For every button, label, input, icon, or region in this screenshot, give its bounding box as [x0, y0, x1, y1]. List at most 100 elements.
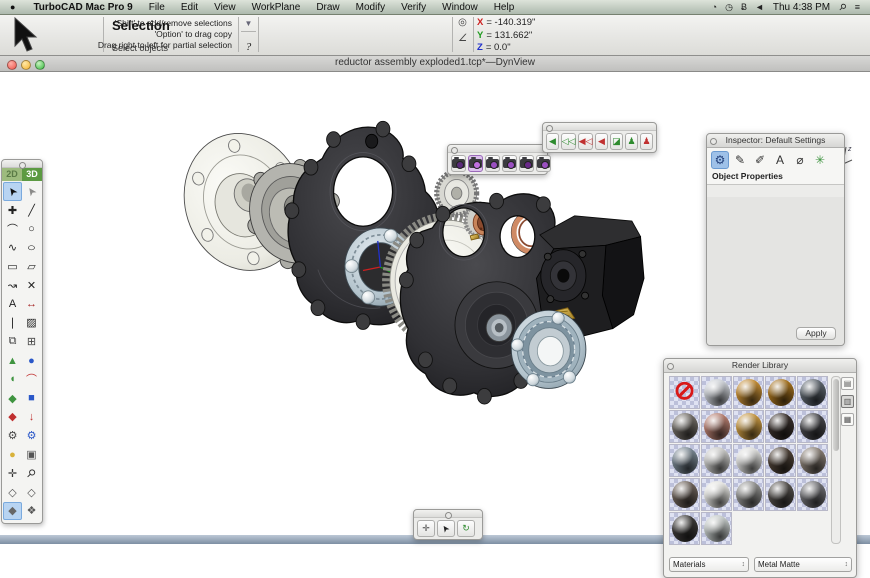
- material-swatch[interactable]: [797, 410, 828, 443]
- axes-style-tab[interactable]: ✳: [811, 151, 829, 169]
- material-swatch[interactable]: [701, 512, 732, 545]
- scrollbar-thumb[interactable]: [833, 379, 839, 451]
- text-style-tab[interactable]: A: [771, 151, 789, 169]
- ellipse-tool[interactable]: ○: [22, 238, 41, 257]
- notification-center-icon[interactable]: ≡: [855, 2, 860, 12]
- material-scrollbar[interactable]: [831, 376, 841, 544]
- menu-help[interactable]: Help: [486, 2, 523, 13]
- select-crossing-filter[interactable]: ◀◁: [578, 133, 593, 150]
- tab-3d[interactable]: 3D: [22, 168, 42, 181]
- sync-menu-icon[interactable]: ◔: [712, 2, 717, 13]
- material-list-button[interactable]: ▦: [841, 413, 854, 426]
- material-swatch[interactable]: [733, 410, 764, 443]
- pan-hand-button[interactable]: ✛: [417, 520, 435, 537]
- group-tool[interactable]: ⧉: [3, 332, 22, 351]
- hatch-tool[interactable]: ▨: [22, 314, 41, 333]
- array-tool[interactable]: ⊞: [22, 332, 41, 351]
- pen-style-tab[interactable]: ✎: [731, 151, 749, 169]
- material-swatch[interactable]: [765, 410, 796, 443]
- menu-window[interactable]: Window: [434, 2, 486, 13]
- select-tool[interactable]: ➤: [3, 182, 22, 201]
- dimension-style-tab[interactable]: ⌀: [791, 151, 809, 169]
- rectangle-tool[interactable]: ▭: [3, 257, 22, 276]
- box-tool[interactable]: ■: [22, 389, 41, 408]
- zoom-tool[interactable]: ⚲: [22, 464, 41, 483]
- material-swatch[interactable]: [765, 376, 796, 409]
- brush-style-tab[interactable]: ✐: [751, 151, 769, 169]
- line-tool[interactable]: ╱: [22, 201, 41, 220]
- select-outside-filter[interactable]: ◀: [595, 133, 608, 150]
- bluetooth-menu-icon[interactable]: Ƀ: [741, 2, 747, 13]
- circle-tool[interactable]: ○: [22, 220, 41, 239]
- orbit-button[interactable]: ↻: [457, 520, 475, 537]
- menu-app[interactable]: TurboCAD Mac Pro 9: [25, 2, 140, 13]
- library-type-dropdown[interactable]: Materials ↕: [669, 557, 749, 572]
- menu-clock[interactable]: Thu 4:38 PM: [773, 2, 830, 13]
- point-tool[interactable]: ✚: [3, 201, 22, 220]
- select-visible-filter[interactable]: ♟: [625, 133, 638, 150]
- bearing-part-2[interactable]: [511, 310, 586, 388]
- select-overlap-filter[interactable]: ◪: [610, 133, 623, 150]
- material-swatch[interactable]: [701, 478, 732, 511]
- gear-tool[interactable]: ⚙: [3, 426, 22, 445]
- arc-tool[interactable]: ⌒: [3, 220, 22, 239]
- material-swatch[interactable]: [733, 376, 764, 409]
- camera-photo-button[interactable]: [519, 155, 534, 172]
- select-arrow-button[interactable]: ➤: [437, 520, 455, 537]
- palette-title-bar[interactable]: [2, 160, 42, 168]
- select-hidden-filter[interactable]: ♟: [640, 133, 653, 150]
- polygon-tool[interactable]: ▱: [22, 257, 41, 276]
- apple-menu-icon[interactable]: ●: [10, 2, 15, 12]
- palette-close-button[interactable]: [546, 125, 553, 132]
- palette-close-button[interactable]: [451, 147, 458, 154]
- palette-title-bar[interactable]: [448, 145, 547, 153]
- menu-view[interactable]: View: [206, 2, 244, 13]
- plane-tool[interactable]: ◆: [3, 389, 22, 408]
- curve-tool[interactable]: ↝: [3, 276, 22, 295]
- palette-title-bar[interactable]: [414, 510, 482, 518]
- spline-tool[interactable]: ∿: [3, 238, 22, 257]
- apply-button[interactable]: Apply: [796, 327, 836, 340]
- help-button[interactable]: ?: [240, 41, 257, 53]
- select-all-filter[interactable]: ◀: [546, 133, 559, 150]
- spotlight-icon[interactable]: ⚲: [836, 1, 848, 13]
- menu-modify[interactable]: Modify: [348, 2, 393, 13]
- camera-iso-button[interactable]: [468, 155, 483, 172]
- menu-edit[interactable]: Edit: [173, 2, 206, 13]
- filter-dropdown-icon[interactable]: ▼: [240, 19, 257, 28]
- object-properties-tab[interactable]: ⚙: [711, 151, 729, 169]
- edit-material-button[interactable]: ▥: [841, 395, 854, 408]
- clock-menu-icon[interactable]: ◷: [725, 2, 733, 13]
- material-swatch[interactable]: [765, 444, 796, 477]
- material-category-dropdown[interactable]: Metal Matte ↕: [754, 557, 852, 572]
- menu-verify[interactable]: Verify: [393, 2, 434, 13]
- tab-2d[interactable]: 2D: [2, 168, 22, 181]
- material-swatch[interactable]: [701, 444, 732, 477]
- camera-top-button[interactable]: [485, 155, 500, 172]
- material-swatch[interactable]: [765, 478, 796, 511]
- boolean-tool[interactable]: ◆: [3, 408, 22, 427]
- gear-assembly-tool[interactable]: ⚙: [22, 426, 41, 445]
- wireframe-view-tool[interactable]: ◇: [3, 483, 22, 502]
- measure-tool[interactable]: ▣: [22, 445, 41, 464]
- palette-close-button[interactable]: [445, 512, 452, 519]
- revolve-tool[interactable]: ◖: [3, 370, 22, 389]
- material-swatch[interactable]: [797, 376, 828, 409]
- window-title-bar[interactable]: reductor assembly exploded1.tcp*—DynView: [0, 55, 870, 72]
- material-swatch[interactable]: [733, 478, 764, 511]
- angle-toggle-icon[interactable]: ∠: [455, 33, 470, 44]
- menu-file[interactable]: File: [141, 2, 173, 13]
- dimension-tool[interactable]: ↔: [22, 295, 41, 314]
- material-swatch[interactable]: [701, 410, 732, 443]
- render-library-title-bar[interactable]: Render Library: [664, 359, 856, 373]
- bend-tool[interactable]: ⌒: [22, 370, 41, 389]
- trim-tool[interactable]: ✕: [22, 276, 41, 295]
- material-none[interactable]: ⊘: [669, 376, 700, 409]
- palette-close-button[interactable]: [19, 162, 26, 169]
- camera-settings-button[interactable]: [536, 155, 551, 172]
- camera-monitor-button[interactable]: [502, 155, 517, 172]
- inspector-close-button[interactable]: [710, 138, 717, 145]
- select-inside-filter[interactable]: ◁◁: [561, 133, 576, 150]
- material-swatch[interactable]: [733, 444, 764, 477]
- text-tool[interactable]: A: [3, 295, 22, 314]
